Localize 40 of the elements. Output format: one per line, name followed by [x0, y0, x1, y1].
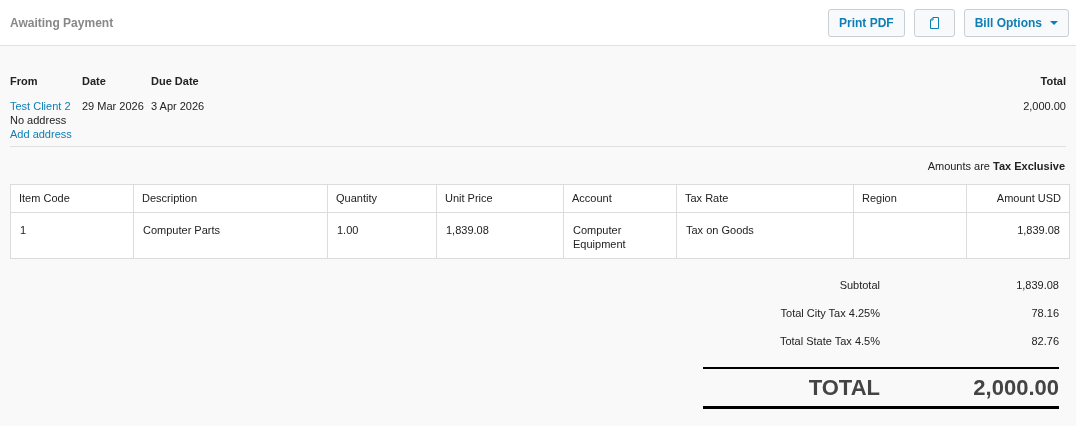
document-button[interactable] [913, 8, 955, 37]
column-header: Tax Rate [676, 184, 854, 213]
tax-note: Amounts are Tax Exclusive [927, 158, 1065, 174]
summary-text: No address [10, 112, 67, 127]
document-icon [929, 16, 939, 29]
column-heading: Due Date [151, 74, 200, 89]
column-header: Amount USD [966, 184, 1070, 213]
column-header: Account [563, 184, 677, 213]
column-heading: Total [1040, 74, 1066, 89]
total-amount: 1,839.08 [1015, 278, 1059, 293]
total-amount: 82.76 [1030, 334, 1059, 349]
column-heading: Date [82, 74, 107, 89]
column-header: Region [853, 184, 967, 213]
table-cell: Computer Equipment [573, 224, 626, 250]
print-pdf-button[interactable]: Print PDF [828, 8, 905, 37]
link[interactable]: Test Client 2 [10, 98, 71, 113]
grand-total-label: TOTAL [808, 374, 880, 402]
grand-total-value: 2,000.00 [972, 374, 1059, 402]
column-heading: From [10, 74, 39, 89]
summary-text: 29 Mar 2026 [82, 98, 144, 113]
bill-options-button[interactable]: Bill Options [963, 8, 1069, 37]
column-header: Item Code [10, 184, 134, 213]
column-header: Description [133, 184, 328, 213]
link[interactable]: Add address [10, 126, 72, 141]
table-cell: Computer Parts [143, 224, 221, 236]
total-label: Subtotal [839, 278, 880, 293]
total-label: Total State Tax 4.5% [779, 334, 880, 349]
table-cell: 1,839.08 [1017, 224, 1060, 236]
summary-text: 3 Apr 2026 [151, 98, 205, 113]
total-amount: 78.16 [1030, 306, 1059, 321]
total-label: Total City Tax 4.25% [780, 306, 880, 321]
caret-icon [1050, 20, 1058, 25]
table-cell: Tax on Goods [686, 224, 754, 236]
table-cell: 1.00 [337, 224, 359, 236]
table-cell: 1 [20, 224, 27, 236]
total-value: 2,000.00 [1023, 98, 1066, 113]
column-header: Unit Price [436, 184, 564, 213]
table-cell: 1,839.08 [446, 224, 489, 236]
column-header: Quantity [327, 184, 437, 213]
status-title: Awaiting Payment [10, 14, 114, 32]
